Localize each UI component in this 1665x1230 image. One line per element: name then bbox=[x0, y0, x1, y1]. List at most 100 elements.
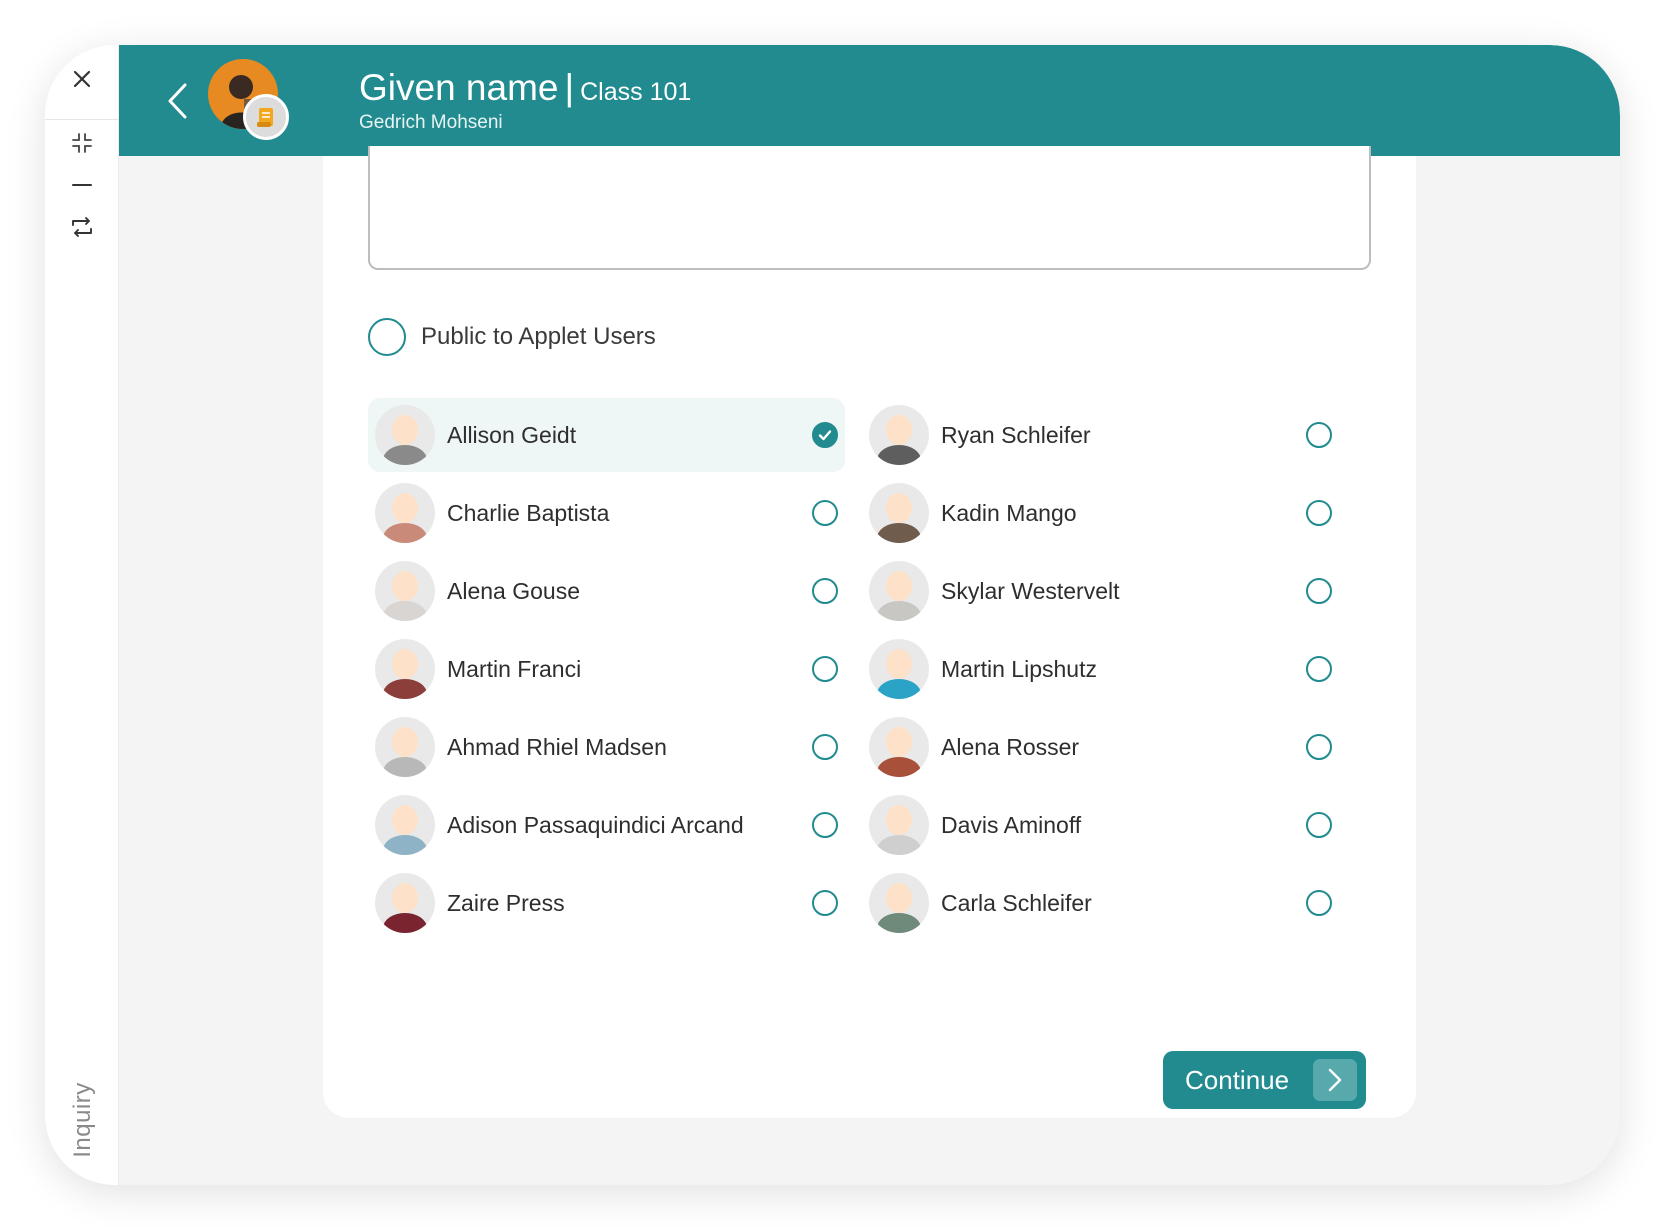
user-row[interactable]: Carla Schleifer bbox=[862, 866, 1339, 940]
user-radio[interactable] bbox=[1306, 422, 1332, 448]
user-radio[interactable] bbox=[1306, 734, 1332, 760]
user-name: Allison Geidt bbox=[447, 421, 577, 448]
user-name: Zaire Press bbox=[447, 889, 565, 916]
avatar-face bbox=[886, 649, 912, 679]
user-radio[interactable] bbox=[1306, 578, 1332, 604]
app-window: Inquiry Given name | Class 101 Gedrich M… bbox=[45, 45, 1620, 1185]
user-radio[interactable] bbox=[1306, 656, 1332, 682]
avatar-face bbox=[886, 571, 912, 601]
user-row[interactable]: Martin Lipshutz bbox=[862, 632, 1339, 706]
inquiry-tab[interactable]: Inquiry bbox=[63, 1075, 103, 1165]
user-name: Alena Gouse bbox=[447, 577, 580, 604]
minimize-button[interactable] bbox=[45, 163, 119, 207]
user-avatar bbox=[869, 483, 929, 543]
user-name: Davis Aminoff bbox=[941, 811, 1082, 838]
collapse-icon bbox=[72, 133, 92, 153]
user-radio[interactable] bbox=[1306, 812, 1332, 838]
avatar-face bbox=[392, 649, 418, 679]
avatar-face bbox=[886, 727, 912, 757]
avatar-face bbox=[392, 727, 418, 757]
avatar-body bbox=[383, 601, 427, 621]
chevron-left-icon bbox=[168, 83, 187, 119]
chevron-right-icon bbox=[1328, 1068, 1342, 1092]
avatar-face bbox=[392, 571, 418, 601]
avatar-body bbox=[383, 913, 427, 933]
user-avatar bbox=[869, 873, 929, 933]
user-avatar bbox=[375, 483, 435, 543]
avatar-body bbox=[383, 835, 427, 855]
rail-divider bbox=[45, 119, 119, 120]
side-rail: Inquiry bbox=[45, 45, 119, 1185]
check-icon bbox=[818, 430, 832, 441]
user-row[interactable]: Adison Passaquindici Arcand bbox=[368, 788, 845, 862]
user-name: Carla Schleifer bbox=[941, 889, 1092, 916]
avatar-face bbox=[392, 493, 418, 523]
user-avatar bbox=[375, 795, 435, 855]
avatar-body bbox=[877, 835, 921, 855]
swap-icon bbox=[72, 217, 92, 237]
user-name: Charlie Baptista bbox=[447, 499, 610, 526]
avatar-body bbox=[877, 601, 921, 621]
user-avatar bbox=[869, 561, 929, 621]
avatar-body bbox=[383, 757, 427, 777]
continue-arrow bbox=[1313, 1059, 1357, 1101]
user-row[interactable]: Skylar Westervelt bbox=[862, 554, 1339, 628]
user-avatar bbox=[869, 639, 929, 699]
user-row[interactable]: Zaire Press bbox=[368, 866, 845, 940]
minimize-view-button[interactable] bbox=[45, 121, 119, 165]
user-row[interactable]: Kadin Mango bbox=[862, 476, 1339, 550]
inquiry-label: Inquiry bbox=[69, 1082, 97, 1158]
avatar-body bbox=[877, 445, 921, 465]
class-name: Class 101 bbox=[580, 78, 692, 106]
close-button[interactable] bbox=[45, 57, 119, 101]
content-card: Public to Applet Users Allison Geidt Ryan… bbox=[323, 146, 1416, 1118]
switch-button[interactable] bbox=[45, 205, 119, 249]
given-name: Given name bbox=[359, 67, 559, 108]
public-radio[interactable] bbox=[368, 318, 406, 356]
public-label: Public to Applet Users bbox=[421, 323, 656, 350]
user-row[interactable]: Martin Franci bbox=[368, 632, 845, 706]
avatar-body bbox=[877, 679, 921, 699]
avatar-face bbox=[392, 805, 418, 835]
public-to-applet-users-option[interactable]: Public to Applet Users bbox=[368, 318, 656, 356]
continue-label: Continue bbox=[1185, 1064, 1290, 1095]
title-separator: | bbox=[564, 67, 575, 108]
page-subtitle: Gedrich Mohseni bbox=[359, 112, 503, 133]
user-avatar bbox=[869, 405, 929, 465]
header-bar: Given name | Class 101 Gedrich Mohseni bbox=[119, 45, 1620, 156]
user-name: Martin Franci bbox=[447, 655, 582, 682]
class-badge bbox=[243, 94, 289, 140]
user-row[interactable]: Allison Geidt bbox=[368, 398, 845, 472]
avatar-body bbox=[877, 757, 921, 777]
user-row[interactable]: Davis Aminoff bbox=[862, 788, 1339, 862]
close-icon bbox=[73, 70, 91, 88]
continue-button[interactable]: Continue bbox=[1163, 1051, 1366, 1109]
user-radio[interactable] bbox=[812, 656, 838, 682]
user-radio[interactable] bbox=[1306, 890, 1332, 916]
user-row[interactable]: Charlie Baptista bbox=[368, 476, 845, 550]
user-row[interactable]: Alena Gouse bbox=[368, 554, 845, 628]
message-textarea[interactable] bbox=[368, 146, 1371, 270]
user-name: Alena Rosser bbox=[941, 733, 1080, 760]
user-row[interactable]: Alena Rosser bbox=[862, 710, 1339, 784]
user-radio[interactable] bbox=[812, 422, 838, 448]
user-name: Kadin Mango bbox=[941, 499, 1077, 526]
user-row[interactable]: Ahmad Rhiel Madsen bbox=[368, 710, 845, 784]
avatar-face bbox=[886, 415, 912, 445]
minus-icon bbox=[72, 184, 92, 186]
user-radio[interactable] bbox=[812, 734, 838, 760]
user-name: Adison Passaquindici Arcand bbox=[447, 811, 744, 838]
avatar-body bbox=[877, 913, 921, 933]
avatar-face bbox=[886, 805, 912, 835]
user-avatar bbox=[375, 561, 435, 621]
user-radio[interactable] bbox=[812, 578, 838, 604]
back-button[interactable] bbox=[155, 75, 199, 127]
user-radio[interactable] bbox=[812, 890, 838, 916]
user-row[interactable]: Ryan Schleifer bbox=[862, 398, 1339, 472]
user-radio[interactable] bbox=[812, 500, 838, 526]
user-radio[interactable] bbox=[812, 812, 838, 838]
user-name: Martin Lipshutz bbox=[941, 655, 1097, 682]
user-radio[interactable] bbox=[1306, 500, 1332, 526]
user-avatar bbox=[869, 795, 929, 855]
user-avatar bbox=[375, 405, 435, 465]
